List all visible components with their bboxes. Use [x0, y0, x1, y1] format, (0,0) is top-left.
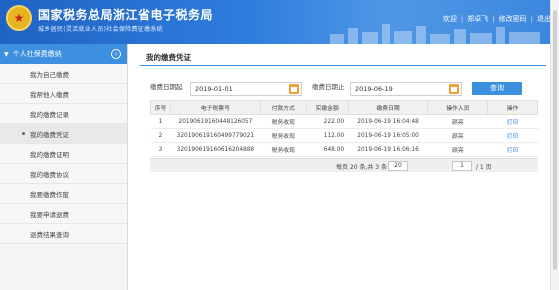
cell-amount: 222.00 [306, 114, 349, 129]
cell-operator: 颜亮 [427, 114, 488, 129]
top-banner: ★ 国家税务总局浙江省电子税务局 城乡居民(灵活就业人员)社会保险费征缴系统 欢… [0, 0, 559, 44]
col-header-amount: 实缴金额 [305, 100, 349, 115]
logout-link[interactable]: 退出 [537, 14, 551, 24]
sidebar-section-header[interactable]: ▼ 个人社保费缴纳 ‹ [0, 44, 127, 64]
top-links: 欢迎 | 郑卓飞 | 修改密码 | 退出 [442, 14, 551, 24]
total-pages-text: / 1 页 [476, 164, 492, 171]
cell-date: 2019-06-19 16:05:00 [348, 128, 428, 143]
print-link[interactable]: 打印 [487, 128, 538, 143]
site-subtitle: 城乡居民(灵活就业人员)社会保险费征缴系统 [38, 26, 163, 33]
query-button[interactable]: 查询 [472, 82, 522, 95]
caret-down-icon: ▼ [4, 50, 9, 58]
active-bullet-icon [22, 132, 25, 135]
skyline-decoration [330, 24, 540, 44]
print-link[interactable]: 打印 [487, 142, 538, 157]
cell-pay-method: 税务收现 [260, 128, 307, 143]
col-header-no: 序号 [150, 100, 171, 115]
sidebar-item-label: 我的缴费证明 [30, 150, 69, 159]
cell-pay-method: 税务收现 [260, 114, 307, 129]
col-header-pay-method: 付款方式 [259, 100, 307, 115]
vertical-scrollbar[interactable] [550, 0, 559, 290]
start-date-label: 缴费日期起 [150, 83, 183, 91]
tax-bureau-emblem-icon: ★ [6, 5, 32, 31]
pagination-bar: 每页 20 条,共 3 条 20 1 / 1 页 [150, 158, 538, 172]
username-link[interactable]: 郑卓飞 [467, 14, 488, 24]
voucher-table: 序号 电子税票号 付款方式 实缴金额 缴费日期 操作人员 操作 1 201906… [150, 100, 538, 157]
sidebar-item-label: 我要申请退费 [30, 210, 69, 219]
end-date-label: 缴费日期止 [312, 83, 345, 91]
scrollbar-thumb[interactable] [553, 10, 557, 270]
table-header-row: 序号 电子税票号 付款方式 实缴金额 缴费日期 操作人员 操作 [150, 100, 538, 115]
sidebar-item-label: 退费结果查询 [30, 230, 69, 239]
sidebar-item-payment-vouchers[interactable]: 我的缴费凭证 [0, 124, 127, 144]
sidebar-item-label: 我的缴费协议 [30, 170, 69, 179]
table-row: 2 320190619160499779021 税务收现 112.00 2019… [150, 128, 538, 143]
sidebar-item-label: 我要缴费作废 [30, 190, 69, 199]
cell-amount: 112.00 [306, 128, 349, 143]
col-header-ticket: 电子税票号 [169, 100, 261, 115]
sidebar-item-pay-self[interactable]: 我为自己缴费 [0, 64, 127, 84]
sidebar-item-payment-certificate[interactable]: 我的缴费证明 [0, 144, 127, 164]
sidebar-item-pay-others[interactable]: 我帮他人缴费 [0, 84, 127, 104]
end-date-value: 2019-06-19 [355, 85, 393, 93]
col-header-operator: 操作人员 [427, 100, 489, 115]
cell-operator: 颜亮 [427, 142, 488, 157]
sidebar-item-label: 我为自己缴费 [30, 70, 69, 79]
cell-no: 3 [150, 142, 171, 157]
sidebar-item-payment-agreement[interactable]: 我的缴费协议 [0, 164, 127, 184]
cell-no: 1 [150, 114, 171, 129]
change-password-link[interactable]: 修改密码 [499, 14, 527, 24]
sidebar-item-refund-status[interactable]: 退费结果查询 [0, 224, 127, 244]
page-title: 我的缴费凭证 [140, 52, 546, 66]
cell-ticket: 320190619160616204888 [170, 142, 261, 157]
sidebar-item-label: 我帮他人缴费 [30, 90, 69, 99]
col-header-action: 操作 [487, 100, 538, 115]
sidebar-item-request-refund[interactable]: 我要申请退费 [0, 204, 127, 224]
cell-ticket: 2019061916044812605​7 [170, 114, 261, 129]
collapse-icon[interactable]: ‹ [111, 49, 121, 59]
sidebar: ▼ 个人社保费缴纳 ‹ 我为自己缴费 我帮他人缴费 我的缴费记录 我的缴费凭证 … [0, 44, 128, 290]
start-date-value: 2019-01-01 [195, 85, 233, 93]
page-number-input[interactable]: 1 [452, 161, 472, 171]
site-title: 国家税务总局浙江省电子税务局 [38, 8, 214, 22]
cell-amount: 648.00 [306, 142, 349, 157]
end-date-input[interactable]: 2019-06-19 [350, 82, 462, 96]
cell-date: 2019-06-19 16:06:16 [348, 142, 428, 157]
sidebar-section-label: 个人社保费缴纳 [12, 50, 62, 58]
sidebar-item-label: 我的缴费凭证 [30, 130, 69, 139]
calendar-icon[interactable] [289, 84, 299, 94]
print-link[interactable]: 打印 [487, 114, 538, 129]
welcome-text: 欢迎 [442, 15, 457, 23]
page-size-input[interactable]: 20 [388, 161, 408, 171]
table-row: 3 320190619160616204888 税务收现 648.00 2019… [150, 142, 538, 157]
start-date-input[interactable]: 2019-01-01 [190, 82, 302, 96]
table-row: 1 2019061916044812605​7 税务收现 222.00 2019… [150, 114, 538, 129]
main-panel: 我的缴费凭证 缴费日期起 2019-01-01 缴费日期止 2019-06-19… [140, 52, 546, 282]
sidebar-item-void-payment[interactable]: 我要缴费作废 [0, 184, 127, 204]
calendar-icon[interactable] [449, 84, 459, 94]
sidebar-item-payment-records[interactable]: 我的缴费记录 [0, 104, 127, 124]
cell-no: 2 [150, 128, 171, 143]
cell-pay-method: 税务收现 [260, 142, 307, 157]
cell-operator: 颜亮 [427, 128, 488, 143]
pager-summary: 每页 20 条,共 3 条 [336, 164, 387, 171]
col-header-date: 缴费日期 [347, 100, 429, 115]
cell-ticket: 320190619160499779021 [170, 128, 261, 143]
cell-date: 2019-06-19 16:04:48 [348, 114, 428, 129]
sidebar-item-label: 我的缴费记录 [30, 110, 69, 119]
